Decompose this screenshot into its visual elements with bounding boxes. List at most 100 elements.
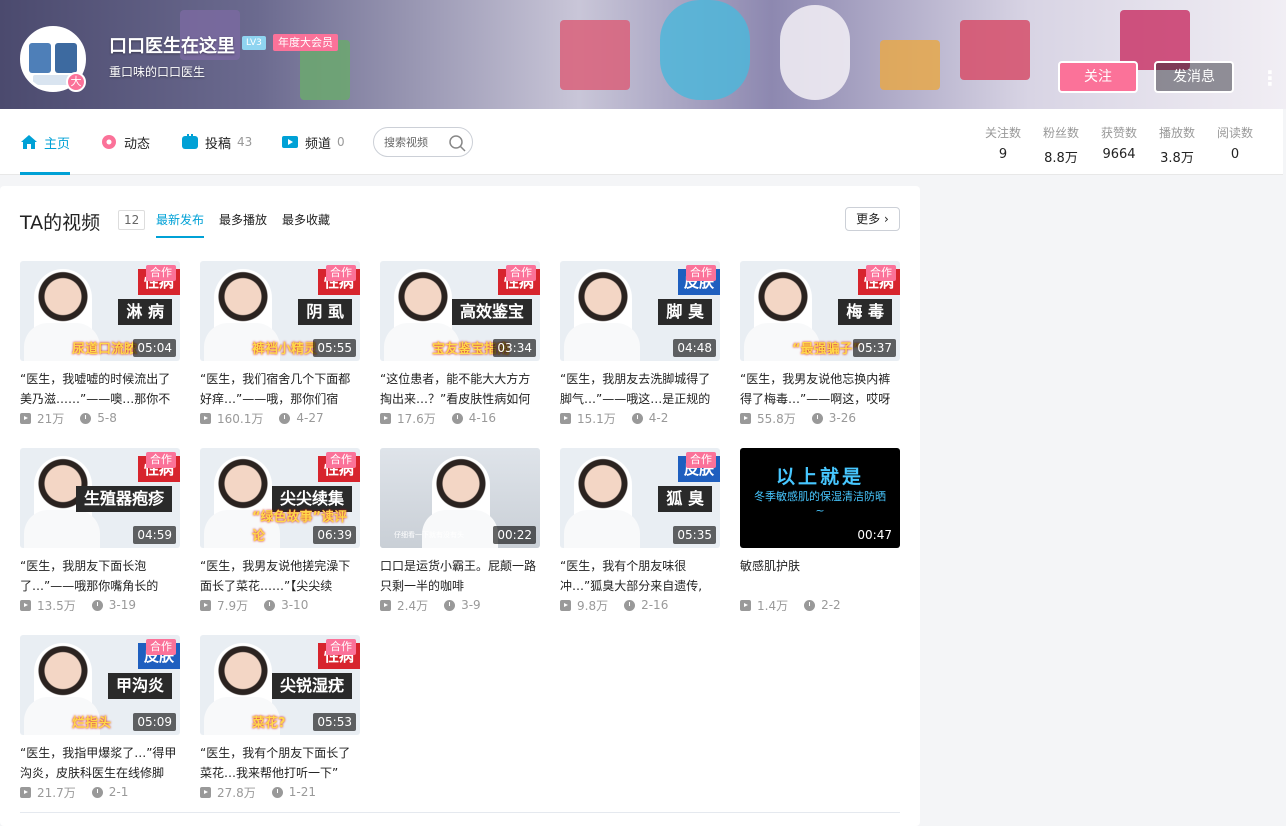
thumb-subtitle: 烂指头	[72, 716, 112, 731]
stat-followers[interactable]: 粉丝数 8.8万	[1032, 124, 1090, 166]
stat-following[interactable]: 关注数 9	[974, 124, 1032, 166]
video-title[interactable]: “医生，我嘘嘘的时候流出了美乃滋……”——噢…那你不	[20, 369, 180, 409]
video-thumbnail[interactable]: 性病 尖尖续集 合作 “绿色故事”读评论 06:39	[200, 448, 360, 548]
coop-badge: 合作	[686, 452, 716, 468]
banner-gift-decoration	[560, 20, 630, 90]
video-meta: 55.8万 3-26	[740, 411, 900, 426]
follow-button[interactable]: 关注	[1058, 61, 1138, 93]
video-card[interactable]: 性病 尖尖续集 合作 “绿色故事”读评论 06:39 “医生，我男友说他搓完澡下…	[200, 448, 360, 623]
play-count-icon	[20, 599, 31, 611]
video-thumbnail[interactable]: 性病 梅 毒 合作 “最强骗子” 05:37	[740, 261, 900, 361]
thumb-headline: 阴 虱	[298, 299, 352, 325]
thumb-headline: 高效鉴宝	[451, 299, 532, 325]
video-card[interactable]: 皮肤 甲沟炎 合作 烂指头 05:09 “医生，我指甲爆浆了…”得甲沟炎，皮肤科…	[20, 635, 180, 810]
more-videos-button[interactable]: 更多 ›	[845, 207, 900, 231]
tab-channels[interactable]: 频道 0	[281, 109, 345, 175]
video-card[interactable]: 性病 梅 毒 合作 “最强骗子” 05:37 “医生，我男友说他忘换内裤得了梅毒…	[740, 261, 900, 436]
tab-dynamic-label: 动态	[124, 136, 151, 152]
stat-plays: 播放数 3.8万	[1148, 124, 1206, 166]
video-duration: 06:39	[313, 526, 356, 544]
video-title[interactable]: “这位患者，能不能大大方方掏出来…？”看皮肤性病如何	[380, 369, 540, 409]
video-search[interactable]	[373, 127, 473, 157]
video-card[interactable]: 仔细看一下就有没有头 00:22 口口是运货小霸王。屁颠一路只剩一半的咖啡 2.…	[380, 448, 540, 623]
video-meta: 9.8万 2-16	[560, 598, 720, 613]
play-count-icon	[200, 599, 211, 611]
video-thumbnail[interactable]: 性病 阴 虱 合作 裤裆小精灵 05:55	[200, 261, 360, 361]
video-thumbnail[interactable]: 皮肤 狐 臭 合作 05:35	[560, 448, 720, 548]
video-thumbnail[interactable]: 皮肤 甲沟炎 合作 烂指头 05:09	[20, 635, 180, 735]
video-title[interactable]: “医生，我指甲爆浆了…”得甲沟炎，皮肤科医生在线修脚	[20, 743, 180, 783]
tab-home-label: 主页	[44, 136, 71, 152]
video-card[interactable]: 性病 淋 病 合作 尿道口流脓 05:04 “医生，我嘘嘘的时候流出了美乃滋………	[20, 261, 180, 436]
play-count-icon	[560, 412, 571, 424]
thumb-subtitle: 菜花?	[252, 716, 286, 731]
video-thumbnail[interactable]: 以上就是 冬季敏感肌的保湿清洁防晒~ 00:47	[740, 448, 900, 548]
search-input[interactable]	[384, 134, 444, 150]
tab-channels-label: 频道	[305, 136, 332, 152]
tab-most-played[interactable]: 最多播放	[219, 211, 267, 236]
video-meta: 15.1万 4-2	[560, 411, 720, 426]
tab-most-favorited[interactable]: 最多收藏	[282, 211, 330, 236]
video-meta: 21万 5-8	[20, 411, 180, 426]
videos-panel: TA的视频 12 最新发布 最多播放 最多收藏 更多 › 性病 淋 病 合作 尿…	[0, 186, 920, 826]
tv-icon	[181, 134, 199, 150]
profile-banner: 大 口口医生在这里 LV3 年度大会员 重口味的口口医生 关注 发消息 ⋮	[0, 0, 1286, 109]
video-title[interactable]: 口口是运货小霸王。屁颠一路只剩一半的咖啡	[380, 556, 540, 596]
user-name: 口口医生在这里	[109, 36, 235, 57]
video-card[interactable]: 皮肤 脚 臭 合作 04:48 “医生，我朋友去洗脚城得了脚气…”——哦这…是正…	[560, 261, 720, 436]
message-button[interactable]: 发消息	[1154, 61, 1234, 93]
banner-gift-decoration	[880, 40, 940, 90]
videos-section-title: TA的视频	[20, 212, 101, 234]
video-card[interactable]: 性病 生殖器疱疹 合作 04:59 “医生，我朋友下面长泡了…”——哦那你嘴角长…	[20, 448, 180, 623]
video-card[interactable]: 皮肤 狐 臭 合作 05:35 “医生，我有个朋友味很冲…”狐臭大部分来自遗传,…	[560, 448, 720, 623]
clock-icon	[279, 412, 291, 424]
video-duration: 05:55	[313, 339, 356, 357]
video-thumbnail[interactable]: 仔细看一下就有没有头 00:22	[380, 448, 540, 548]
thumb-headline: 甲沟炎	[107, 673, 172, 699]
video-title[interactable]: “医生，我朋友下面长泡了…”——哦那你嘴角长的	[20, 556, 180, 596]
play-count: 2.4万	[397, 598, 429, 613]
upload-date: 3-9	[461, 598, 481, 612]
thumb-headline: 尖锐湿疣	[271, 673, 352, 699]
user-sign: 重口味的口口医生	[109, 65, 206, 79]
video-card[interactable]: 性病 阴 虱 合作 裤裆小精灵 05:55 “医生，我们宿舍几个下面都好痒…”—…	[200, 261, 360, 436]
play-count: 55.8万	[757, 411, 796, 426]
video-duration: 00:47	[853, 526, 896, 544]
video-title[interactable]: “医生，我男友说他忘换内裤得了梅毒…”——啊这，哎呀	[740, 369, 900, 409]
video-card[interactable]: 以上就是 冬季敏感肌的保湿清洁防晒~ 00:47 敏感肌护肤 1.4万 2-2	[740, 448, 900, 623]
tab-dynamic[interactable]: 动态	[100, 109, 150, 175]
video-title[interactable]: 敏感肌护肤	[740, 556, 900, 596]
video-thumbnail[interactable]: 性病 淋 病 合作 尿道口流脓 05:04	[20, 261, 180, 361]
video-card[interactable]: 性病 尖锐湿疣 合作 菜花? 05:53 “医生，我有个朋友下面长了菜花…我来帮…	[200, 635, 360, 810]
video-title[interactable]: “医生，我男友说他搓完澡下面长了菜花……”【尖尖续	[200, 556, 360, 596]
tab-latest[interactable]: 最新发布	[156, 211, 205, 238]
video-duration: 05:04	[133, 339, 176, 357]
tab-channels-count: 0	[337, 135, 345, 149]
vip-badge[interactable]: 年度大会员	[273, 34, 338, 51]
search-icon[interactable]	[448, 134, 466, 152]
thumb-person-coat	[564, 323, 640, 361]
video-meta: 2.4万 3-9	[380, 598, 540, 613]
clock-icon	[451, 412, 463, 424]
video-thumbnail[interactable]: 皮肤 脚 臭 合作 04:48	[560, 261, 720, 361]
video-title[interactable]: “医生，我有个朋友下面长了菜花…我来帮他打听一下”	[200, 743, 360, 783]
tab-home[interactable]: 主页	[20, 109, 71, 175]
video-meta: 27.8万 1-21	[200, 785, 360, 800]
video-thumbnail[interactable]: 性病 尖锐湿疣 合作 菜花? 05:53	[200, 635, 360, 735]
video-title[interactable]: “医生，我们宿舍几个下面都好痒…”——哦，那你们宿	[200, 369, 360, 409]
clock-icon	[91, 786, 103, 798]
stat-value: 8.8万	[1044, 151, 1078, 166]
coop-badge: 合作	[686, 265, 716, 281]
stat-reads: 阅读数 0	[1206, 124, 1264, 166]
play-count-icon	[380, 412, 391, 424]
video-title[interactable]: “医生，我有个朋友味很冲…”狐臭大部分来自遗传,	[560, 556, 720, 596]
video-thumbnail[interactable]: 性病 生殖器疱疹 合作 04:59	[20, 448, 180, 548]
video-card[interactable]: 性病 高效鉴宝 合作 宝友鉴宝指南 03:34 “这位患者，能不能大大方方掏出来…	[380, 261, 540, 436]
tab-uploads[interactable]: 投稿 43	[181, 109, 252, 175]
stat-value: 3.8万	[1160, 151, 1194, 166]
video-thumbnail[interactable]: 性病 高效鉴宝 合作 宝友鉴宝指南 03:34	[380, 261, 540, 361]
tab-uploads-count: 43	[237, 135, 253, 149]
more-options-icon[interactable]: ⋮	[1260, 66, 1280, 90]
play-count: 1.4万	[757, 598, 789, 613]
video-title[interactable]: “医生，我朋友去洗脚城得了脚气…”——哦这…是正规的	[560, 369, 720, 409]
